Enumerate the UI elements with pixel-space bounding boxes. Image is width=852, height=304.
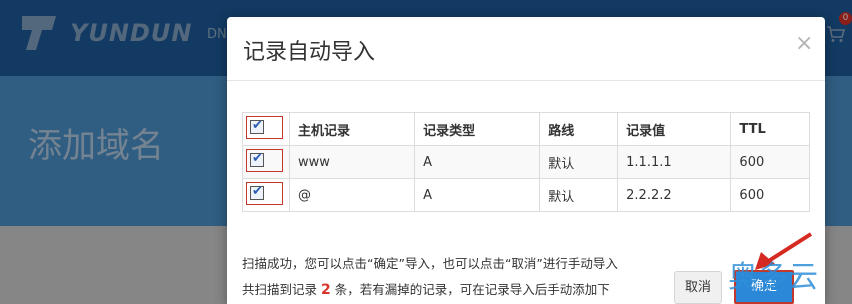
cell-ttl: 600 (730, 145, 810, 179)
scan-success-message: 扫描成功，您可以点击“确定”导入，也可以点击“取消”进行手动导入 (242, 256, 618, 271)
cell-value: 1.1.1.1 (617, 145, 732, 179)
scan-count-message: 共扫描到记录 2 条，若有漏掉的记录，可在记录导入后手动添加下 (242, 279, 610, 298)
row-checkbox-highlight (246, 181, 283, 205)
close-icon[interactable]: × (795, 31, 813, 56)
scan-count-prefix: 共扫描到记录 (242, 282, 318, 297)
column-header-type[interactable]: 记录类型 (414, 112, 541, 146)
table-header-row: 主机记录 记录类型 路线 记录值 TTL (242, 112, 810, 146)
scan-count-number: 2 (321, 282, 331, 298)
row-select-cell (242, 145, 290, 179)
row-checkbox[interactable] (250, 151, 264, 167)
cell-host: www (288, 145, 416, 179)
dialog-title: 记录自动导入 (243, 40, 376, 65)
cell-line: 默认 (539, 145, 619, 179)
row-checkbox-highlight (246, 148, 283, 172)
column-header-value[interactable]: 记录值 (617, 112, 732, 146)
column-header-line[interactable]: 路线 (539, 112, 619, 146)
select-all-highlight (246, 115, 283, 139)
dialog-divider (227, 80, 825, 81)
cell-host: @ (288, 178, 416, 212)
records-table: 主机记录 记录类型 路线 记录值 TTL www A 默认 1.1.1.1 60… (242, 112, 810, 212)
table-row[interactable]: @ A 默认 2.2.2.2 600 (242, 178, 810, 212)
column-header-ttl[interactable]: TTL (730, 112, 810, 146)
scan-count-suffix: 条，若有漏掉的记录，可在记录导入后手动添加下 (334, 282, 610, 297)
column-header-host[interactable]: 主机记录 (288, 112, 416, 146)
select-all-checkbox[interactable] (250, 118, 264, 134)
watermark-logo: 奥多云 (728, 260, 818, 295)
cell-type: A (414, 178, 541, 212)
select-all-cell (242, 112, 290, 146)
cell-ttl: 600 (730, 178, 810, 212)
cell-value: 2.2.2.2 (617, 178, 732, 212)
table-row[interactable]: www A 默认 1.1.1.1 600 (242, 145, 810, 179)
cell-type: A (414, 145, 541, 179)
cancel-button[interactable]: 取消 (674, 271, 722, 304)
cell-line: 默认 (539, 178, 619, 212)
row-checkbox[interactable] (250, 184, 264, 200)
row-select-cell (242, 178, 290, 212)
